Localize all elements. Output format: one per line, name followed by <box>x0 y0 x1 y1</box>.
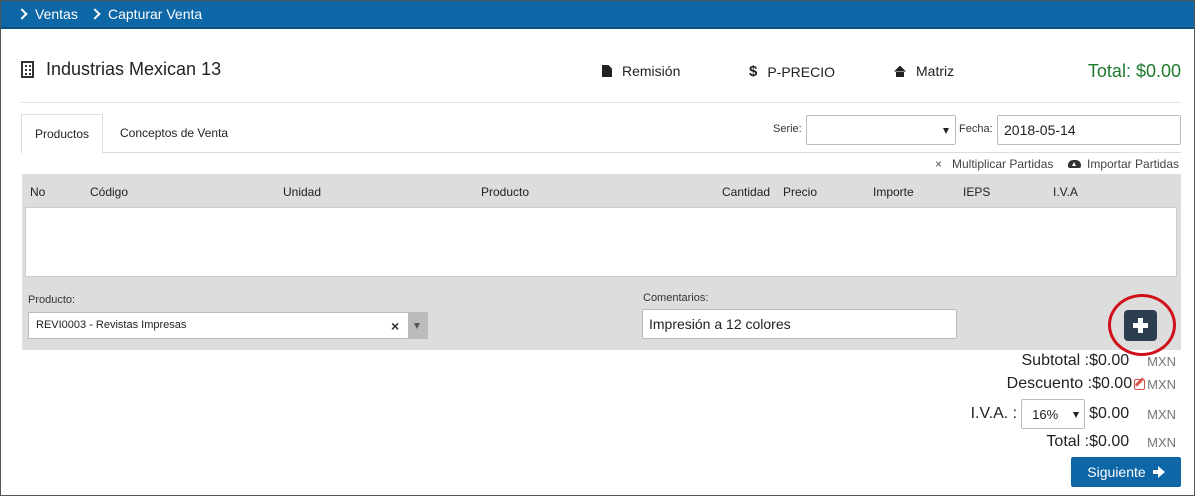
column-header-iva: I.V.A <box>1053 185 1078 199</box>
breadcrumb-item-ventas[interactable]: Ventas <box>16 6 78 22</box>
serie-label: Serie: <box>773 123 802 135</box>
descuento-value: $0.00 <box>1092 375 1133 392</box>
total-label: Total : <box>1046 433 1090 450</box>
breadcrumb-label: Ventas <box>35 6 78 22</box>
matriz-link[interactable]: Matriz <box>894 63 954 79</box>
subtotal-value: $0.00 <box>1089 352 1130 369</box>
company-name: Industrias Mexican 13 <box>21 59 221 80</box>
table-header: No Código Unidad Producto Cantidad Preci… <box>22 174 1181 207</box>
column-header-cantidad: Cantidad <box>722 185 771 199</box>
products-table: No Código Unidad Producto Cantidad Preci… <box>22 174 1181 350</box>
fecha-label: Fecha: <box>959 123 993 135</box>
column-header-ieps: IEPS <box>963 185 991 199</box>
importar-partidas-link[interactable]: Importar Partidas <box>1068 157 1179 171</box>
breadcrumb: Ventas Capturar Venta <box>1 1 1194 29</box>
remision-link[interactable]: Remisión <box>602 63 680 79</box>
column-header-importe: Importe <box>873 185 914 199</box>
subtotal-label: Subtotal : <box>1021 352 1090 369</box>
table-body <box>25 207 1177 277</box>
total-value: $0.00 <box>1089 433 1130 450</box>
edit-icon[interactable] <box>1134 378 1146 390</box>
iva-row: I.V.A. : 16% $0.00 MXN <box>971 399 1176 429</box>
currency-label: MXN <box>1147 353 1176 369</box>
arrow-right-icon <box>1152 466 1165 478</box>
header-total: Total: $0.00 <box>1087 61 1181 81</box>
dollar-icon: $ <box>749 63 758 80</box>
p-precio-link[interactable]: $ P-PRECIO <box>749 63 835 80</box>
iva-label: I.V.A. : <box>970 405 1018 422</box>
siguiente-button[interactable]: Siguiente <box>1071 457 1181 487</box>
total-row: Total : $0.00 MXN <box>1046 433 1176 451</box>
multiplicar-partidas-link[interactable]: × Multiplicar Partidas <box>935 157 1053 171</box>
serie-select[interactable] <box>806 115 956 145</box>
breadcrumb-label: Capturar Venta <box>108 6 203 22</box>
column-header-precio: Precio <box>783 185 818 199</box>
capture-sale-window: Ventas Capturar Venta Industrias Mexican… <box>0 0 1195 496</box>
column-header-producto: Producto <box>481 185 530 199</box>
caret-down-icon <box>414 323 420 329</box>
tab-conceptos-de-venta[interactable]: Conceptos de Venta <box>107 114 241 153</box>
producto-dropdown-toggle[interactable] <box>408 313 427 338</box>
currency-label: MXN <box>1147 376 1176 392</box>
clear-icon[interactable]: × <box>391 318 399 334</box>
chevron-right-icon <box>89 8 101 20</box>
descuento-row: Descuento : $0.00 MXN <box>1007 375 1176 393</box>
producto-label: Producto: <box>28 294 76 306</box>
producto-select[interactable]: REVI0003 - Revistas Impresas × <box>28 312 428 339</box>
cloud-upload-icon <box>1068 160 1081 168</box>
chevron-right-icon <box>16 8 28 20</box>
fecha-input[interactable]: 2018-05-14 <box>997 115 1181 145</box>
subtotal-row: Subtotal : $0.00 MXN <box>1022 352 1177 370</box>
document-icon <box>602 65 612 77</box>
breadcrumb-item-capturar-venta[interactable]: Capturar Venta <box>89 6 203 22</box>
iva-rate-select[interactable]: 16% <box>1021 399 1086 429</box>
highlight-circle <box>1108 294 1176 356</box>
currency-label: MXN <box>1147 434 1176 450</box>
column-header-codigo: Código <box>90 185 129 199</box>
caret-down-icon <box>943 128 949 134</box>
comentarios-input[interactable]: Impresión a 12 colores <box>642 309 957 339</box>
caret-down-icon <box>1073 412 1080 418</box>
currency-label: MXN <box>1147 406 1176 422</box>
tab-productos[interactable]: Productos <box>21 114 104 154</box>
home-icon <box>894 66 906 77</box>
column-header-unidad: Unidad <box>283 185 322 199</box>
comentarios-label: Comentarios: <box>643 292 709 304</box>
column-header-no: No <box>30 185 46 199</box>
building-icon <box>21 61 34 78</box>
iva-value: $0.00 <box>1089 405 1130 422</box>
page-header: Industrias Mexican 13 Remisión $ P-PRECI… <box>21 59 1181 103</box>
descuento-label: Descuento : <box>1006 375 1093 392</box>
times-icon: × <box>935 157 943 171</box>
